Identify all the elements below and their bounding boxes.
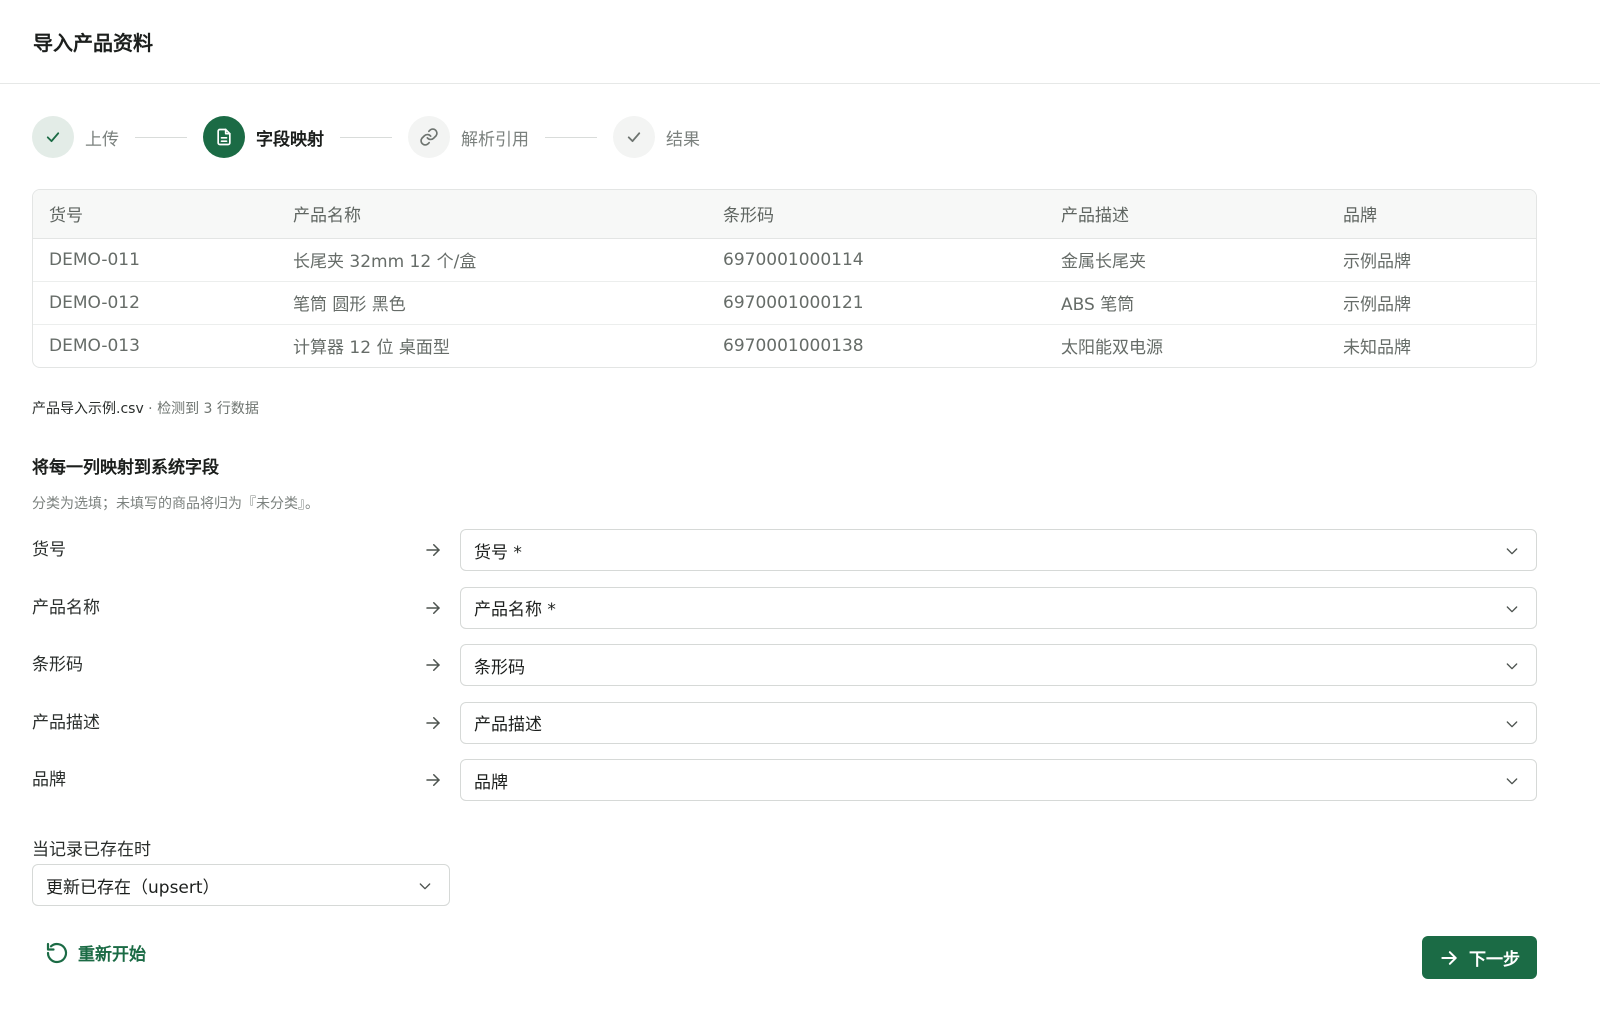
document-icon (217, 128, 231, 146)
chevron-down-icon (1506, 605, 1518, 612)
table-row: DEMO-011 长尾夹 32mm 12 个/盒 6970001000114 金… (33, 238, 1536, 282)
table-row: DEMO-012 笔筒 圆形 黑色 6970001000121 ABS 笔筒 示… (33, 281, 1536, 325)
target-field-value: 货号 * (474, 542, 522, 563)
step-resolve-references-label: 解析引用 (461, 129, 529, 150)
source-column-label: 货号 (32, 540, 66, 560)
restart-button[interactable]: 重新开始 (45, 940, 146, 965)
target-field-select[interactable]: 产品名称 * (460, 586, 1537, 629)
mapping-row: 条形码 条形码 (32, 644, 1537, 686)
restart-button-label: 重新开始 (78, 945, 146, 965)
table-cell: 笔筒 圆形 黑色 (277, 281, 707, 325)
table-cell: 太阳能双电源 (1061, 338, 1163, 359)
table-cell: 未知品牌 (1343, 338, 1411, 359)
mapping-row: 货号 货号 * (32, 529, 1537, 571)
table-cell: 示例品牌 (1327, 238, 1536, 282)
file-info: 产品导入示例.csv · 检测到 3 行数据 (32, 398, 259, 418)
step-connector (135, 136, 187, 138)
table-cell: 6970001000138 (723, 335, 864, 356)
step-upload-label: 上传 (85, 129, 119, 150)
target-field-select[interactable]: 品牌 (460, 759, 1537, 801)
table-cell: 6970001000121 (707, 281, 1045, 325)
table-cell: 金属长尾夹 (1045, 238, 1327, 282)
arrow-right-icon (426, 774, 440, 786)
step-upload-circle (32, 116, 74, 158)
mapping-row: 产品描述 产品描述 (32, 701, 1537, 744)
arrow-right-icon (426, 601, 440, 614)
step-resolve-references-circle (408, 116, 450, 158)
column-header: 品牌 (1327, 190, 1536, 239)
step-connector (340, 136, 392, 138)
target-field-select[interactable]: 条形码 (460, 644, 1537, 686)
table-header-row: 货号 产品名称 条形码 产品描述 品牌 (33, 190, 1536, 239)
chevron-down-icon (419, 883, 431, 890)
check-icon (627, 132, 641, 143)
table-cell: 计算器 12 位 桌面型 (293, 338, 450, 359)
column-header: 产品描述 (1045, 190, 1327, 239)
target-field-value: 产品描述 (474, 715, 542, 735)
next-step-button[interactable]: 下一步 (1422, 936, 1537, 979)
source-column-label: 条形码 (32, 655, 83, 675)
next-step-button-label: 下一步 (1469, 950, 1520, 970)
check-icon (46, 132, 60, 143)
arrow-right-icon (426, 659, 440, 671)
step-upload[interactable]: 上传 (32, 116, 119, 158)
column-header: 条形码 (707, 190, 1045, 239)
row-count-summary: · 检测到 3 行数据 (143, 401, 259, 417)
mapping-section-hint: 分类为选填；未填写的商品将归为『未分类』。 (32, 496, 319, 512)
table-cell: 示例品牌 (1327, 281, 1536, 325)
import-stepper: 上传 字段映射 解析引用 结果 (32, 116, 700, 158)
page-header: 导入产品资料 (0, 0, 1600, 84)
mapping-row: 品牌 品牌 (32, 759, 1537, 801)
step-result[interactable]: 结果 (613, 116, 700, 158)
source-column-label: 产品名称 (32, 597, 100, 618)
table-cell: ABS 笔筒 (1045, 281, 1327, 325)
step-field-mapping-circle (203, 116, 245, 158)
existing-record-label: 当记录已存在时 (32, 840, 151, 860)
existing-record-select[interactable]: 更新已存在（upsert） (32, 864, 450, 906)
step-result-label: 结果 (666, 129, 700, 150)
preview-table: 货号 产品名称 条形码 产品描述 品牌 DEMO-011 长尾夹 32mm 12… (32, 189, 1537, 368)
existing-record-value: 更新已存在（upsert） (46, 877, 220, 898)
target-field-value: 品牌 (474, 772, 508, 793)
table-cell: 长尾夹 32mm 12 个/盒 (277, 238, 707, 282)
mapping-section-title: 将每一列映射到系统字段 (32, 458, 219, 478)
table-cell: 6970001000114 (707, 238, 1045, 282)
table-cell: DEMO-011 (33, 238, 277, 282)
arrow-right-icon (426, 544, 440, 556)
step-field-mapping-label: 字段映射 (256, 129, 324, 150)
table-cell: DEMO-012 (33, 281, 277, 325)
refresh-icon (46, 942, 68, 963)
target-field-value: 产品名称 * (474, 600, 556, 620)
table-cell: DEMO-013 (49, 335, 140, 356)
step-connector (545, 136, 597, 138)
page-title: 导入产品资料 (33, 31, 153, 55)
chevron-down-icon (1506, 720, 1518, 727)
chevron-down-icon (1506, 548, 1518, 555)
target-field-value: 条形码 (474, 657, 525, 678)
field-mapping-list: 货号 货号 * 产品名称 产品名称 * 条形码 条形码 产品描述 产品描述 品牌 (32, 529, 1537, 817)
step-result-circle (613, 116, 655, 158)
arrow-right-icon (1441, 950, 1457, 965)
link-icon (420, 128, 438, 146)
column-header: 货号 (33, 190, 277, 239)
step-resolve-references[interactable]: 解析引用 (408, 116, 529, 158)
arrow-right-icon (426, 716, 440, 729)
target-field-select[interactable]: 产品描述 (460, 701, 1537, 744)
source-column-label: 品牌 (32, 770, 66, 790)
table-row: DEMO-013 计算器 12 位 桌面型 6970001000138 太阳能双… (33, 324, 1536, 367)
chevron-down-icon (1506, 778, 1518, 785)
target-field-select[interactable]: 货号 * (460, 529, 1537, 571)
column-header: 产品名称 (277, 190, 707, 239)
mapping-row: 产品名称 产品名称 * (32, 586, 1537, 629)
file-name: 产品导入示例.csv (32, 401, 144, 417)
step-field-mapping[interactable]: 字段映射 (203, 116, 324, 158)
chevron-down-icon (1506, 663, 1518, 670)
source-column-label: 产品描述 (32, 712, 100, 733)
